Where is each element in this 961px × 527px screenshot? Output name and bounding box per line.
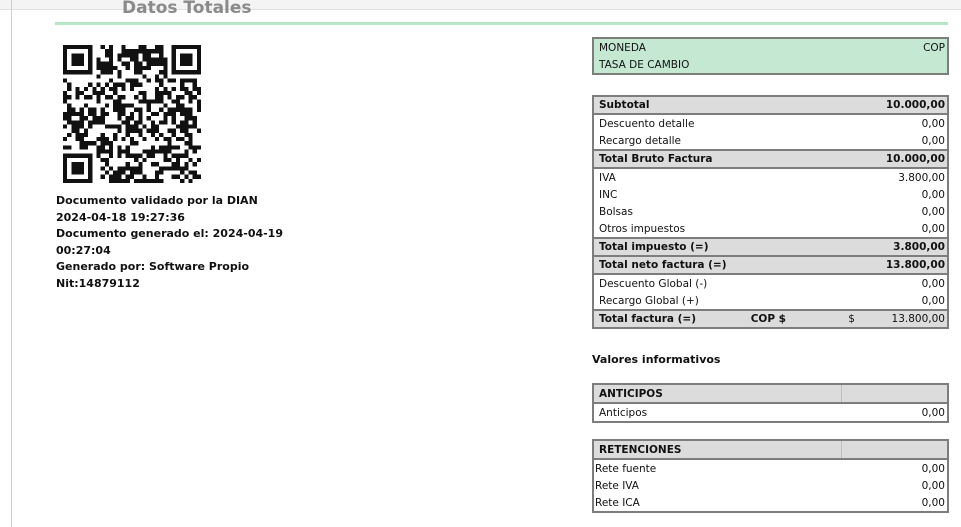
retenciones-table: RETENCIONES Rete fuente 0,00 Rete IVA 0,… [592,439,949,513]
dian-validation-text: Documento validado por la DIAN 2024-04-1… [56,194,258,224]
retenciones-header-row: RETENCIONES [594,441,947,460]
currency-box: MONEDA COP TASA DE CAMBIO [592,37,949,75]
exchange-rate-row: TASA DE CAMBIO [594,56,947,73]
tasa-label: TASA DE CAMBIO [599,58,690,71]
rete-iva-label: Rete IVA [595,479,639,492]
inc-row: INC 0,00 [594,186,947,203]
anticipos-label: Anticipos [599,406,648,419]
total-factura-value: 13.800,00 [856,309,947,327]
descuento-global-row: Descuento Global (-) 0,00 [594,274,947,292]
descuento-detalle-label: Descuento detalle [599,117,695,130]
currency-row: MONEDA COP [594,39,947,56]
document-info: Documento validado por la DIAN 2024-04-1… [56,193,296,292]
anticipos-value: 0,00 [921,406,945,419]
anticipos-header: ANTICIPOS [594,385,842,404]
total-factura-label: Total factura (=) [594,309,746,327]
recargo-global-label: Recargo Global (+) [599,294,699,307]
otros-impuestos-label: Otros impuestos [599,222,686,235]
page-left-border [11,0,12,527]
descuento-detalle-row: Descuento detalle 0,00 [594,114,947,132]
anticipos-header-row: ANTICIPOS [594,385,947,404]
recargo-detalle-value: 0,00 [921,134,945,147]
anticipos-row: Anticipos 0,00 [594,403,947,421]
otros-impuestos-row: Otros impuestos 0,00 [594,220,947,238]
anticipos-table: ANTICIPOS Anticipos 0,00 [592,383,949,423]
recargo-detalle-row: Recargo detalle 0,00 [594,132,947,150]
rete-iva-row: Rete IVA 0,00 [594,477,947,494]
rete-fuente-value: 0,00 [921,462,945,475]
rete-fuente-label: Rete fuente [595,462,657,475]
moneda-value: COP [923,41,945,54]
generation-date-text: Documento generado el: 2024-04-19 00:27:… [56,227,283,257]
descuento-global-value: 0,00 [921,277,945,290]
total-bruto-value: 10.000,00 [856,149,947,169]
iva-row: IVA 3.800,00 [594,168,947,186]
recargo-global-value: 0,00 [921,294,945,307]
bolsas-value: 0,00 [921,205,945,218]
rete-fuente-row: Rete fuente 0,00 [594,459,947,477]
inc-label: INC [599,188,618,201]
totals-table: Subtotal 10.000,00 Descuento detalle 0,0… [592,95,949,329]
iva-value: 3.800,00 [898,171,945,184]
tasa-value [771,56,948,73]
generated-by-text: Generado por: Software Propio [56,260,250,273]
recargo-detalle-label: Recargo detalle [599,134,682,147]
total-impuesto-row: Total impuesto (=) 3.800,00 [594,237,947,257]
rete-iva-value: 0,00 [921,479,945,492]
subtotal-value: 10.000,00 [856,97,947,115]
total-factura-symbol: $ [816,309,857,327]
qr-code-icon [63,45,201,183]
iva-label: IVA [599,171,616,184]
bolsas-row: Bolsas 0,00 [594,203,947,220]
retenciones-header-blank [841,441,947,460]
total-neto-row: Total neto factura (=) 13.800,00 [594,255,947,275]
nit-text: Nit:14879112 [56,276,140,290]
total-impuesto-value: 3.800,00 [856,237,947,257]
recargo-global-row: Recargo Global (+) 0,00 [594,292,947,310]
inc-value: 0,00 [921,188,945,201]
retenciones-header: RETENCIONES [594,441,842,460]
total-factura-row: Total factura (=) COP $ $ 13.800,00 [594,309,947,327]
subtotal-row: Subtotal 10.000,00 [594,97,947,115]
total-bruto-label: Total Bruto Factura [594,149,857,169]
otros-impuestos-value: 0,00 [921,222,945,235]
valores-informativos-title: Valores informativos [592,353,721,366]
rete-ica-row: Rete ICA 0,00 [594,494,947,511]
bolsas-label: Bolsas [599,205,633,218]
total-neto-value: 13.800,00 [856,255,947,275]
moneda-label: MONEDA [599,41,646,54]
total-bruto-row: Total Bruto Factura 10.000,00 [594,149,947,169]
rete-ica-value: 0,00 [921,496,945,509]
subtotal-label: Subtotal [594,97,857,115]
total-neto-label: Total neto factura (=) [594,255,857,275]
descuento-detalle-value: 0,00 [921,117,945,130]
total-impuesto-label: Total impuesto (=) [594,237,857,257]
descuento-global-label: Descuento Global (-) [599,277,708,290]
section-title: Datos Totales [122,0,252,18]
anticipos-header-blank [841,385,947,404]
section-divider [55,22,948,25]
rete-ica-label: Rete ICA [595,496,640,509]
total-factura-currency: COP $ [745,309,817,327]
